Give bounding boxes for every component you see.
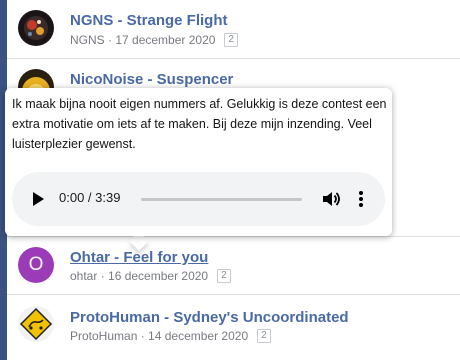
play-icon[interactable] bbox=[33, 192, 44, 206]
meta-separator: · bbox=[97, 269, 109, 283]
playback-time: 0:00 / 3:39 bbox=[59, 190, 121, 205]
warning-sign-avatar-icon[interactable] bbox=[18, 306, 54, 342]
list-item[interactable]: O Ohtar - Feel for you ohtar · 16 decemb… bbox=[7, 237, 460, 295]
list-item[interactable]: NGNS - Strange Flight NGNS · 17 december… bbox=[7, 0, 460, 59]
playback-progress-slider[interactable] bbox=[141, 198, 302, 201]
audio-player[interactable]: 0:00 / 3:39 bbox=[12, 172, 385, 226]
entry-date: 14 december 2020 bbox=[148, 329, 249, 343]
reply-count-badge: 2 bbox=[217, 269, 231, 283]
volume-icon[interactable] bbox=[320, 188, 342, 210]
entry-author[interactable]: ProtoHuman bbox=[70, 329, 137, 343]
more-options-icon[interactable] bbox=[356, 188, 366, 210]
entry-author[interactable]: ohtar bbox=[70, 269, 97, 283]
entry-meta: ohtar · 16 december 2020 2 bbox=[70, 269, 231, 283]
entry-meta: NGNS · 17 december 2020 2 bbox=[70, 33, 238, 47]
list-item[interactable]: ProtoHuman - Sydney's Uncoordinated Prot… bbox=[7, 295, 460, 360]
entry-date: 17 december 2020 bbox=[115, 33, 216, 47]
entry-title[interactable]: Ohtar - Feel for you bbox=[70, 249, 208, 266]
entry-title[interactable]: NGNS - Strange Flight bbox=[70, 12, 228, 29]
user-avatar-icon[interactable]: O bbox=[18, 247, 54, 283]
entry-title[interactable]: ProtoHuman - Sydney's Uncoordinated bbox=[70, 309, 349, 326]
reply-count-badge: 2 bbox=[257, 329, 271, 343]
meta-separator: · bbox=[104, 33, 116, 47]
entry-author[interactable]: NGNS bbox=[70, 33, 105, 47]
entry-title[interactable]: NicoNoise - Suspencer bbox=[70, 71, 233, 88]
reply-count-badge: 2 bbox=[224, 33, 238, 47]
meta-separator: · bbox=[137, 329, 149, 343]
entry-preview-tooltip: Ik maak bijna nooit eigen nummers af. Ge… bbox=[5, 88, 392, 236]
tooltip-description: Ik maak bijna nooit eigen nummers af. Ge… bbox=[12, 97, 387, 151]
entry-date: 16 december 2020 bbox=[108, 269, 209, 283]
entry-meta: ProtoHuman · 14 december 2020 2 bbox=[70, 329, 271, 343]
ngns-avatar-icon[interactable] bbox=[18, 10, 54, 46]
